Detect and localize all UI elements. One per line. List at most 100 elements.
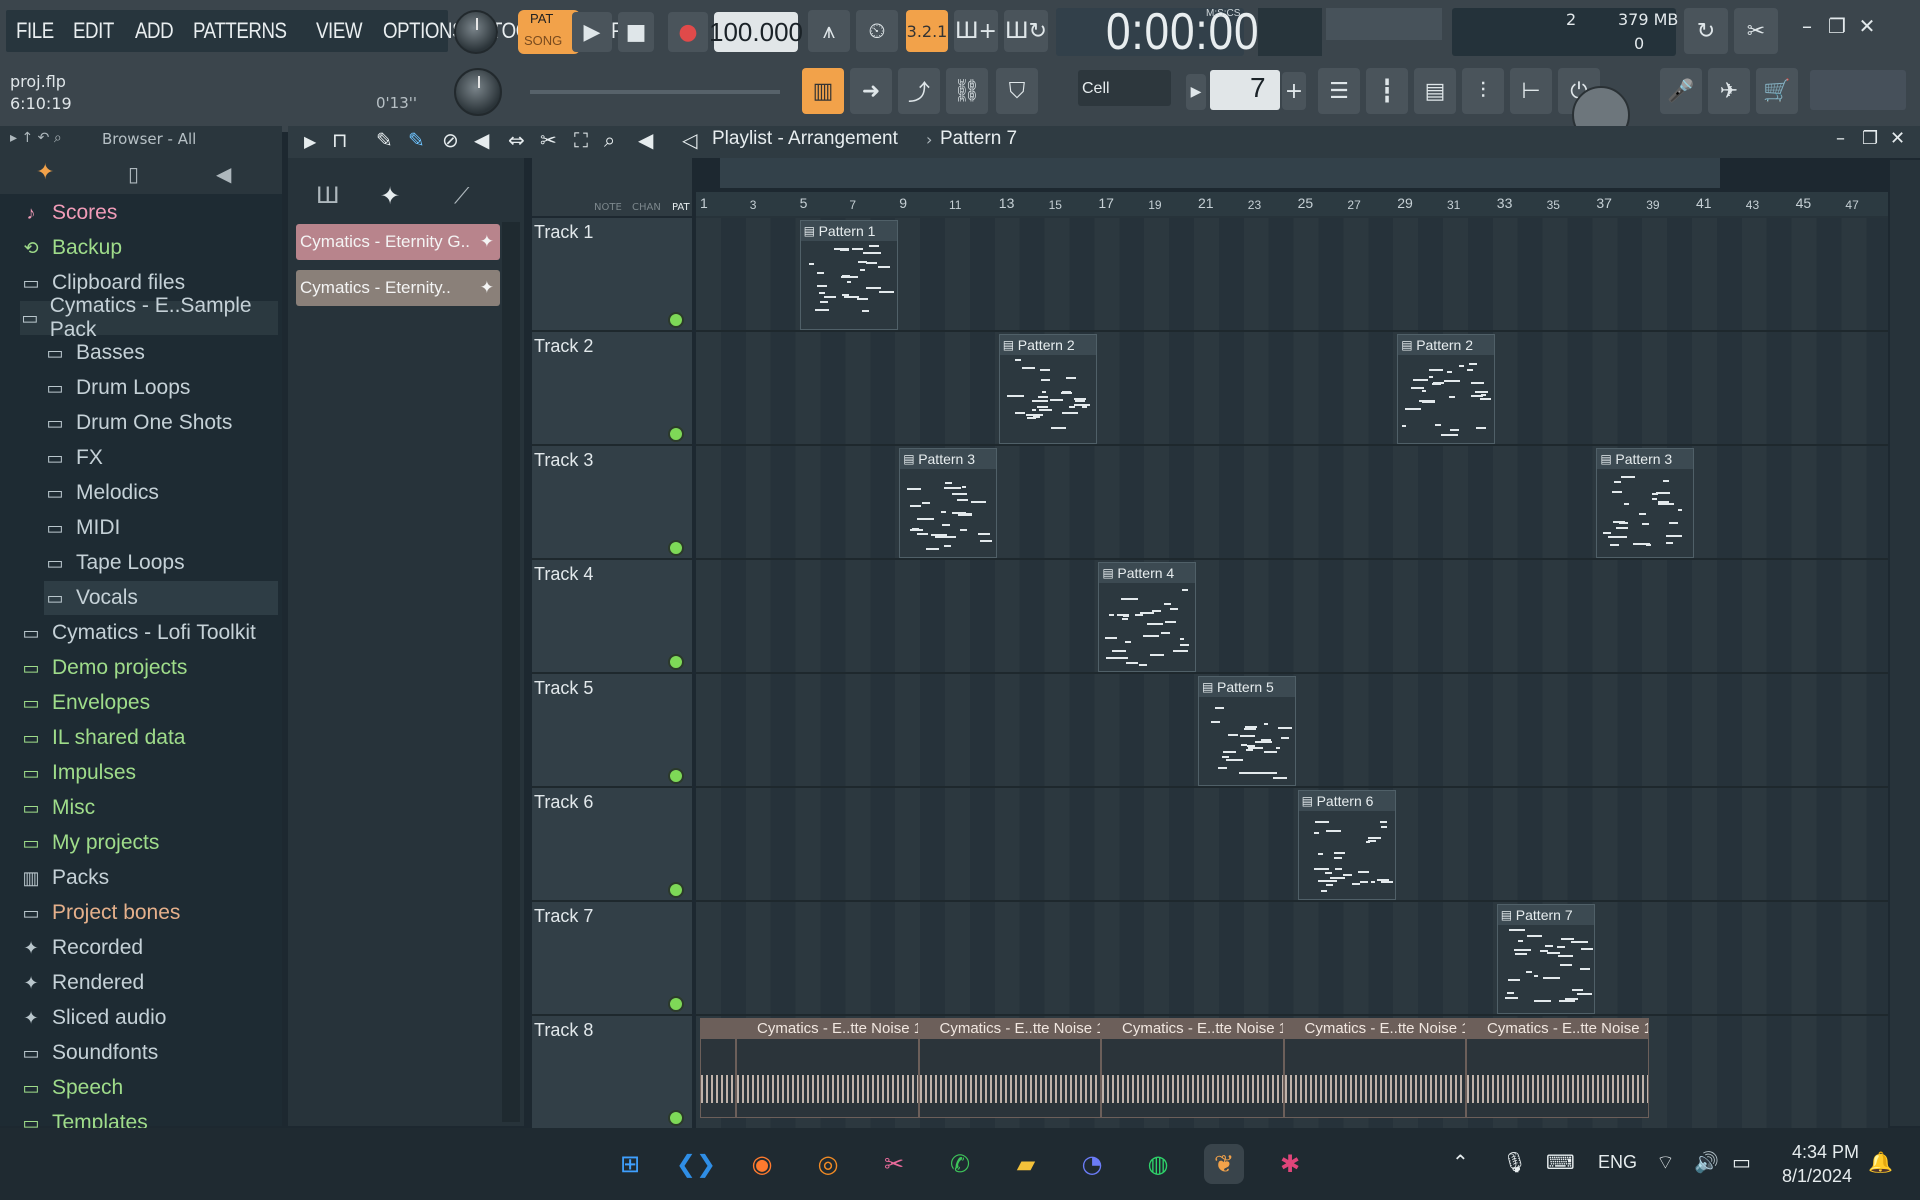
pattern-clip[interactable]: Pattern 4 [1098,562,1197,672]
browser-toggle-button[interactable]: ⊢ [1510,68,1552,114]
pattern-clip[interactable]: Pattern 3 [899,448,998,558]
browser-item[interactable]: ▭ Tape Loops [44,546,278,580]
language-indicator[interactable]: ENG [1598,1152,1637,1173]
track-mute-led[interactable] [668,768,684,784]
pattern-prev-button[interactable]: ▶ [1186,74,1206,110]
track-lane[interactable] [696,788,1888,902]
audio-filter-icon[interactable]: ✦ [380,182,400,210]
track-lane[interactable] [696,332,1888,446]
track-mute-led[interactable] [668,426,684,442]
audio-clip[interactable] [700,1018,736,1118]
playlist-menu-arrow[interactable]: ▶ [304,132,316,151]
blender-icon[interactable]: ◎ [808,1144,848,1184]
delete-icon[interactable]: ⊘ [442,128,459,152]
browser-item[interactable]: ▭ Basses [44,336,278,370]
vertical-scrollbar[interactable] [1890,160,1920,1126]
playlist-restore[interactable]: ❐ [1862,128,1878,149]
audio-clip[interactable]: Cymatics - E..tte Noise 1 [1283,1018,1466,1118]
audio-clip[interactable]: Cymatics - E..tte Noise 1 [736,1018,919,1118]
browser-item[interactable]: ⟲ Backup [20,231,278,265]
browser-nav-icons[interactable]: ▸ ↑ ↶ ⌕ [10,130,62,146]
piano-roll-window-button[interactable]: ┇ [1366,68,1408,114]
pattern-clip[interactable]: Pattern 6 [1297,790,1396,900]
select-icon[interactable]: ⛶ [574,128,588,152]
volume-icon[interactable]: 🔊 [1694,1150,1719,1174]
browser-item[interactable]: ▭ My projects [20,826,278,860]
browser-item[interactable]: ▭ Speech [20,1071,278,1105]
files-filter-icon[interactable]: ▯ [128,162,139,186]
playlist-close[interactable]: ✕ [1890,128,1905,149]
tab-chan[interactable]: CHAN [632,202,661,213]
metronome-button[interactable]: ⩚ [808,10,850,52]
pattern-clip[interactable]: Pattern 2 [1397,334,1496,444]
tray-chevron-icon[interactable]: ⌃ [1452,1150,1469,1174]
browser-item[interactable]: ▥ Packs [20,861,278,895]
shop-button[interactable]: 🛒 [1756,68,1798,114]
zoom-icon[interactable]: ⌕ [604,128,615,152]
online-sync-button[interactable]: ↻ [1684,8,1728,54]
restore-button[interactable]: ❐ [1824,14,1850,38]
menu-view[interactable]: VIEW [316,18,363,44]
browser-item[interactable]: ▭ Envelopes [20,686,278,720]
loop-record-button[interactable]: Ш↻ [1004,10,1048,52]
browser-item[interactable]: ▭ MIDI [44,511,278,545]
automation-filter-icon[interactable]: ⟋ [454,184,469,209]
track-mute-led[interactable] [668,654,684,670]
clock-date[interactable]: 8/1/2024 [1782,1166,1852,1187]
track-mute-led[interactable] [668,540,684,556]
slide-tool-button[interactable]: ⤴ [898,68,940,114]
tutorial-button[interactable]: ✈ [1708,68,1750,114]
news-panel[interactable] [1810,70,1906,110]
battery-icon[interactable]: ▭ [1732,1150,1751,1174]
browser-item[interactable]: ▭ Vocals [44,581,278,615]
spotify-icon[interactable]: ◍ [1138,1144,1178,1184]
play-button[interactable]: ▶ [572,12,612,52]
minimize-button[interactable]: – [1794,14,1820,38]
browser-item[interactable]: ▭ Melodics [44,476,278,510]
slice-icon[interactable]: ✂ [540,128,557,152]
browser-item[interactable]: ♪ Scores [20,196,278,230]
whatsapp-icon[interactable]: ✆ [940,1144,980,1184]
playback-icon[interactable]: ◀ [638,128,653,152]
browser-item[interactable]: ▭ Project bones [20,896,278,930]
windows-start-icon[interactable]: ⊞ [610,1144,650,1184]
track-lane[interactable] [696,446,1888,560]
playlist-button[interactable]: ☰ [1318,68,1360,114]
fl-studio-icon[interactable]: ❦ [1204,1144,1244,1184]
plugins-filter-icon[interactable]: ◀ [216,162,231,186]
record-button[interactable]: ● [668,12,708,52]
browser-item[interactable]: ▭ Demo projects [20,651,278,685]
pattern-clip[interactable]: Pattern 2 [998,334,1097,444]
menu-add[interactable]: ADD [135,18,174,44]
picker-scrollbar[interactable] [502,222,520,1122]
browser-item[interactable]: ▭ Drum One Shots [44,406,278,440]
add-pattern-button[interactable]: + [1282,72,1306,110]
clock-time[interactable]: 4:34 PM [1792,1142,1859,1163]
vscode-icon[interactable]: ❮❯ [676,1144,716,1184]
pattern-clip[interactable]: Pattern 7 [1496,904,1595,1014]
menu-edit[interactable]: EDIT [73,18,114,44]
stamp-button[interactable]: ⛉ [996,68,1038,114]
slack-icon[interactable]: ✱ [1270,1144,1310,1184]
master-volume-knob[interactable] [454,10,498,54]
menu-patterns[interactable]: PATTERNS [193,18,287,44]
menu-options[interactable]: OPTIONS [383,18,465,44]
pattern-clip[interactable]: Pattern 1 [799,220,898,330]
magnet-icon[interactable]: ⊓ [332,128,348,152]
tab-pat[interactable]: PAT [672,202,690,213]
wait-for-input-button[interactable]: ⏲ [856,10,898,52]
track-lane[interactable] [696,902,1888,1016]
master-pitch-knob[interactable] [454,68,502,116]
audio-clip[interactable]: Cymatics - E..tte Noise 1 [1101,1018,1284,1118]
slip-icon[interactable]: ⇔ [508,128,525,152]
browser-item[interactable]: ▭ Cymatics - E..Sample Pack [20,294,278,341]
microphone-button[interactable]: 🎤 [1660,68,1702,114]
browser-item[interactable]: ▭ IL shared data [20,721,278,755]
channel-rack-button[interactable]: ▤ [1414,68,1456,114]
track-mute-led[interactable] [668,882,684,898]
close-button[interactable]: ✕ [1854,14,1880,38]
stop-button[interactable]: ■ [618,12,654,52]
countdown-button[interactable]: 3.2.1 [906,10,948,52]
tempo-field[interactable]: 100.000 [709,12,803,52]
notification-icon[interactable]: 🔔 [1868,1150,1893,1174]
